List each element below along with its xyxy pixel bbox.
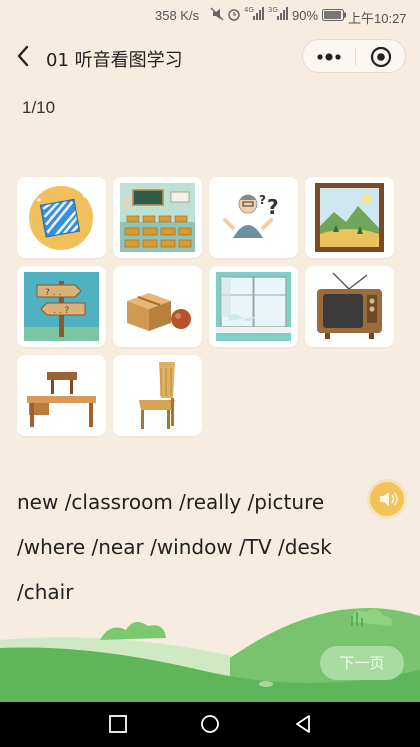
clock: 上午10:27 xyxy=(348,11,407,26)
close-button[interactable] xyxy=(356,40,406,72)
page-title: 01 听音看图学习 xyxy=(46,50,183,71)
framed-picture-icon xyxy=(315,183,384,252)
more-button[interactable] xyxy=(303,40,355,72)
status-bar: 358 K/s 4G 3G 90% 上午10:27 xyxy=(0,0,420,30)
more-dots-icon xyxy=(317,53,341,61)
back-triangle-icon[interactable] xyxy=(293,714,313,734)
confused-man-icon: ? ? xyxy=(223,193,279,238)
mini-program-capsule xyxy=(302,39,406,73)
word-list: new /classroom /really /picture /where /… xyxy=(17,480,362,615)
picture-card-picture[interactable] xyxy=(305,177,394,258)
back-arrow-icon[interactable] xyxy=(14,44,34,68)
target-close-icon xyxy=(370,46,392,68)
picture-card-near[interactable] xyxy=(113,266,202,347)
picture-card-tv[interactable] xyxy=(305,266,394,347)
battery-icon xyxy=(322,9,346,21)
picture-card-new[interactable] xyxy=(17,177,106,258)
picture-card-really[interactable]: ? ? xyxy=(209,177,298,258)
next-page-button[interactable]: 下一页 xyxy=(320,646,404,680)
classroom-icon xyxy=(120,183,195,252)
box-and-ball-icon xyxy=(127,293,191,331)
signal-3g-icon: 3G xyxy=(268,6,288,20)
svg-text:4G: 4G xyxy=(244,6,254,14)
word-line-1: new /classroom /really /picture xyxy=(17,490,325,514)
progress-counter: 1/10 xyxy=(22,98,56,117)
network-speed: 358 K/s xyxy=(155,8,200,23)
battery-percent: 90% xyxy=(292,8,319,23)
picture-card-where[interactable]: ? . . . . ? xyxy=(17,266,106,347)
alarm-icon xyxy=(228,9,240,21)
mute-icon xyxy=(210,7,224,21)
svg-text:. . ?: . . ? xyxy=(53,306,69,316)
play-audio-button[interactable] xyxy=(370,482,404,516)
svg-text:?: ? xyxy=(267,195,279,219)
svg-text:3G: 3G xyxy=(268,6,278,14)
system-nav-bar xyxy=(0,702,420,747)
recent-apps-icon[interactable] xyxy=(108,714,128,734)
svg-text:?: ? xyxy=(259,193,266,207)
speaker-icon xyxy=(380,492,398,506)
picture-card-classroom[interactable] xyxy=(113,177,202,258)
home-icon[interactable] xyxy=(200,714,220,734)
desk-icon xyxy=(27,372,96,427)
tv-icon xyxy=(317,272,382,339)
svg-text:? . .: ? . . xyxy=(45,288,61,298)
signal-4g-icon: 4G xyxy=(244,6,264,20)
signpost-icon: ? . . . . ? xyxy=(24,272,99,341)
picture-card-desk[interactable] xyxy=(17,355,106,436)
window-icon xyxy=(216,272,291,341)
gift-box-icon xyxy=(29,186,93,250)
word-line-2: /where /near /window /TV /desk xyxy=(17,535,332,559)
picture-card-chair[interactable] xyxy=(113,355,202,436)
chair-icon xyxy=(139,362,175,429)
nav-bar: 01 听音看图学习 xyxy=(0,30,420,82)
picture-card-window[interactable] xyxy=(209,266,298,347)
